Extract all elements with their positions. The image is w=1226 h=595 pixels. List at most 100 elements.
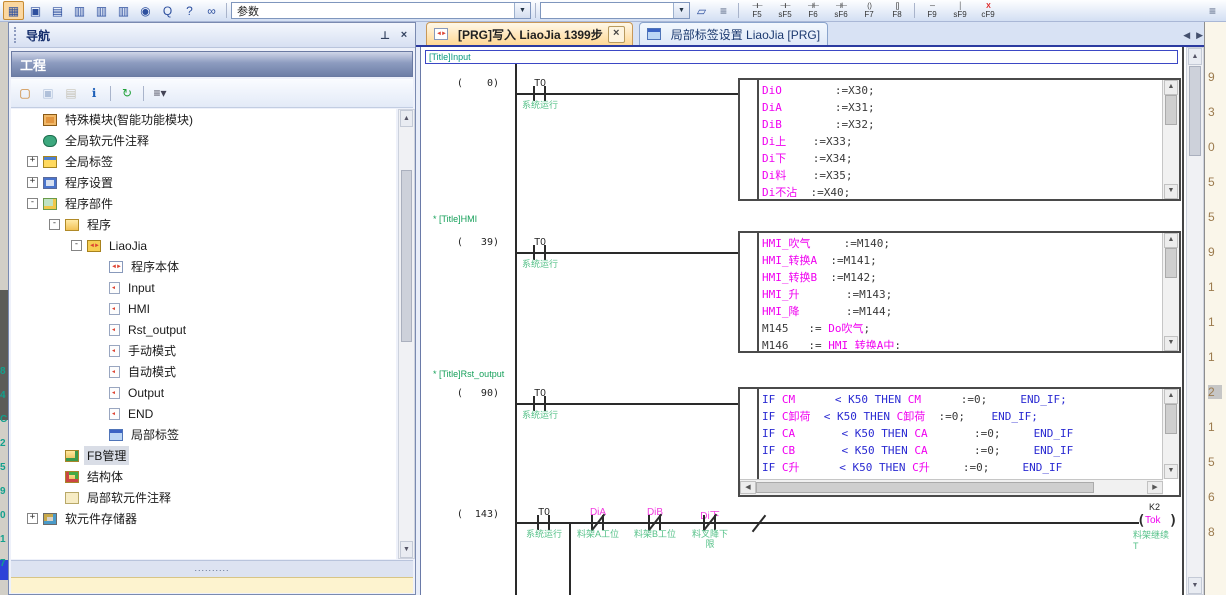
tree-item-结构体[interactable]: 结构体: [11, 466, 396, 487]
ladder-symbol-f7-button[interactable]: ( )F7: [855, 1, 883, 21]
statement-title[interactable]: [Title]Input: [425, 50, 1178, 64]
st-line[interactable]: Di不沾 :=X40;: [762, 184, 1161, 197]
st-line[interactable]: IF CB < K50 THEN CA :=0; END_IF: [762, 442, 1161, 459]
st-inline-box-2[interactable]: HMI_吹气 :=M140;HMI_转换A :=M141;HMI_转换B :=M…: [738, 231, 1181, 353]
help-button-icon[interactable]: ?: [179, 1, 200, 20]
st-line[interactable]: HMI_降 :=M144;: [762, 303, 1161, 320]
scroll-up-icon[interactable]: ▲: [400, 110, 413, 127]
ladder-symbol-f9-button[interactable]: ─F9: [918, 1, 946, 21]
st-line[interactable]: IF CA < K50 THEN CA :=0; END_IF: [762, 425, 1161, 442]
scroll-left-icon[interactable]: ◀: [740, 481, 756, 494]
tree-item-END[interactable]: END: [11, 403, 396, 424]
ladder-symbol-f8-button[interactable]: [ ]F8: [883, 1, 911, 21]
scroll-down-icon[interactable]: ▼: [1164, 184, 1178, 199]
drag-grip[interactable]: [14, 27, 21, 43]
scroll-down-icon[interactable]: ▼: [1164, 336, 1178, 351]
parameter-combo[interactable]: 参数 ▼: [231, 2, 531, 19]
coil-label[interactable]: Tok: [1145, 515, 1161, 526]
scrollbar-thumb[interactable]: [401, 170, 412, 342]
tree-item-FB管理[interactable]: FB管理: [11, 445, 396, 466]
module-configuration-button-icon[interactable]: ▣: [25, 1, 46, 20]
scroll-down-icon[interactable]: ▼: [1188, 577, 1202, 594]
ladder-symbol-sf5-button[interactable]: ⊣⊢sF5: [771, 1, 799, 21]
st-line[interactable]: Di上 :=X33;: [762, 133, 1161, 150]
st-box-content[interactable]: HMI_吹气 :=M140;HMI_转换A :=M141;HMI_转换B :=M…: [762, 235, 1161, 349]
contact-T0[interactable]: [537, 515, 550, 530]
st-line[interactable]: Di下 :=X34;: [762, 150, 1161, 167]
contact-T0[interactable]: [533, 245, 546, 260]
scroll-up-icon[interactable]: ▲: [1164, 233, 1178, 248]
tab-scroll-right-icon[interactable]: ▶: [1196, 30, 1203, 41]
collapse-icon[interactable]: -: [71, 240, 82, 251]
st-line[interactable]: DiO :=X30;: [762, 82, 1161, 99]
collapse-icon[interactable]: -: [27, 198, 38, 209]
write-to-plc-button-icon[interactable]: ▥: [69, 1, 90, 20]
tree-item-程序设置[interactable]: +程序设置: [11, 172, 396, 193]
tree-item-手动模式[interactable]: 手动模式: [11, 340, 396, 361]
scroll-up-icon[interactable]: ▲: [1164, 389, 1178, 404]
st-line[interactable]: M146 := HMI_转换A中;: [762, 337, 1161, 349]
st-line[interactable]: Di料 :=X35;: [762, 167, 1161, 184]
expand-icon[interactable]: +: [27, 177, 38, 188]
device-combo[interactable]: ▼: [540, 2, 690, 19]
collapse-icon[interactable]: -: [49, 219, 60, 230]
find-button-icon[interactable]: ∞: [201, 1, 222, 20]
st-box-content[interactable]: IF CM < K50 THEN CM :=0; END_IF;IF C卸荷 <…: [762, 391, 1161, 477]
contact-T0[interactable]: [533, 86, 546, 101]
st-inline-box-1[interactable]: DiO :=X30;DiA :=X31;DiB :=X32;Di上 :=X33;…: [738, 78, 1181, 201]
scroll-down-icon[interactable]: ▼: [400, 541, 413, 558]
scrollbar-thumb[interactable]: [756, 482, 1094, 493]
monitor-mode-button-icon[interactable]: ◉: [135, 1, 156, 20]
st-box-content[interactable]: DiO :=X30;DiA :=X31;DiB :=X32;Di上 :=X33;…: [762, 82, 1161, 197]
ladder-symbol-f6-button[interactable]: ⊣/⊢F6: [799, 1, 827, 21]
scrollbar-thumb[interactable]: [1165, 248, 1177, 278]
new-data-icon[interactable]: ▢: [15, 83, 35, 103]
st-line[interactable]: DiA :=X31;: [762, 99, 1161, 116]
tab-local-label-settings[interactable]: 局部标签设置 LiaoJia [PRG]: [639, 22, 828, 45]
editor-scrollbar[interactable]: ▲ ▼: [1186, 47, 1204, 595]
st-box-vscrollbar[interactable]: ▲▼: [1162, 80, 1179, 199]
st-inline-box-3[interactable]: IF CM < K50 THEN CM :=0; END_IF;IF C卸荷 <…: [738, 387, 1181, 497]
scrollbar-thumb[interactable]: [1165, 95, 1177, 125]
toolbar-overflow-icon[interactable]: ≡: [1202, 1, 1223, 20]
st-box-vscrollbar[interactable]: ▲▼: [1162, 233, 1179, 351]
navigation-window-button-icon[interactable]: ▦: [3, 1, 24, 20]
tree-item-全局标签[interactable]: +全局标签: [11, 151, 396, 172]
st-line[interactable]: HMI_吹气 :=M140;: [762, 235, 1161, 252]
data-info-icon[interactable]: ℹ: [84, 83, 104, 103]
device-search-button-icon[interactable]: Q: [157, 1, 178, 20]
tree-item-LiaoJia[interactable]: -LiaoJia: [11, 235, 396, 256]
chevron-down-icon[interactable]: ▼: [514, 3, 530, 18]
st-line[interactable]: IF C升 < K50 THEN C升 :=0; END_IF: [762, 459, 1161, 476]
tree-item-程序[interactable]: -程序: [11, 214, 396, 235]
tree-item-Rst-output[interactable]: Rst_output: [11, 319, 396, 340]
ladder-symbol-cf9-button[interactable]: XcF9: [974, 1, 1002, 21]
tree-item-Output[interactable]: Output: [11, 382, 396, 403]
scrollbar-thumb[interactable]: [1189, 66, 1201, 156]
scroll-down-icon[interactable]: ▼: [1164, 464, 1178, 479]
st-line[interactable]: HMI_转换B :=M142;: [762, 269, 1161, 286]
close-icon[interactable]: ×: [396, 28, 412, 43]
st-box-hscrollbar[interactable]: ◀▶: [740, 479, 1163, 495]
tree-item-局部软元件注释[interactable]: 局部软元件注释: [11, 487, 396, 508]
chevron-down-icon[interactable]: ▼: [673, 3, 689, 18]
scroll-right-icon[interactable]: ▶: [1147, 481, 1163, 494]
ladder-symbol-f5-button[interactable]: ⊣⊢F5: [743, 1, 771, 21]
st-line[interactable]: IF C降 < K50 THEN C降 :=0; END_IF: [762, 476, 1161, 477]
tree-item-特殊模块-智能功能模块-[interactable]: 特殊模块(智能功能模块): [11, 109, 396, 130]
st-line[interactable]: M145 := Do吹气;: [762, 320, 1161, 337]
tree-item-局部标签[interactable]: 局部标签: [11, 424, 396, 445]
contact-T0[interactable]: [533, 396, 546, 411]
tree-item-全局软元件注释[interactable]: 全局软元件注释: [11, 130, 396, 151]
close-tab-icon[interactable]: ×: [608, 26, 625, 43]
tree-item-Input[interactable]: Input: [11, 277, 396, 298]
panel-splitter[interactable]: ..........: [11, 560, 413, 577]
expand-icon[interactable]: +: [27, 156, 38, 167]
st-line[interactable]: HMI_升 :=M143;: [762, 286, 1161, 303]
st-line[interactable]: IF C卸荷 < K50 THEN C卸荷 :=0; END_IF;: [762, 408, 1161, 425]
st-line[interactable]: IF CM < K50 THEN CM :=0; END_IF;: [762, 391, 1161, 408]
scroll-up-icon[interactable]: ▲: [1188, 48, 1202, 65]
tree-item-HMI[interactable]: HMI: [11, 298, 396, 319]
tree-item-程序部件[interactable]: -程序部件: [11, 193, 396, 214]
expand-icon[interactable]: +: [27, 513, 38, 524]
